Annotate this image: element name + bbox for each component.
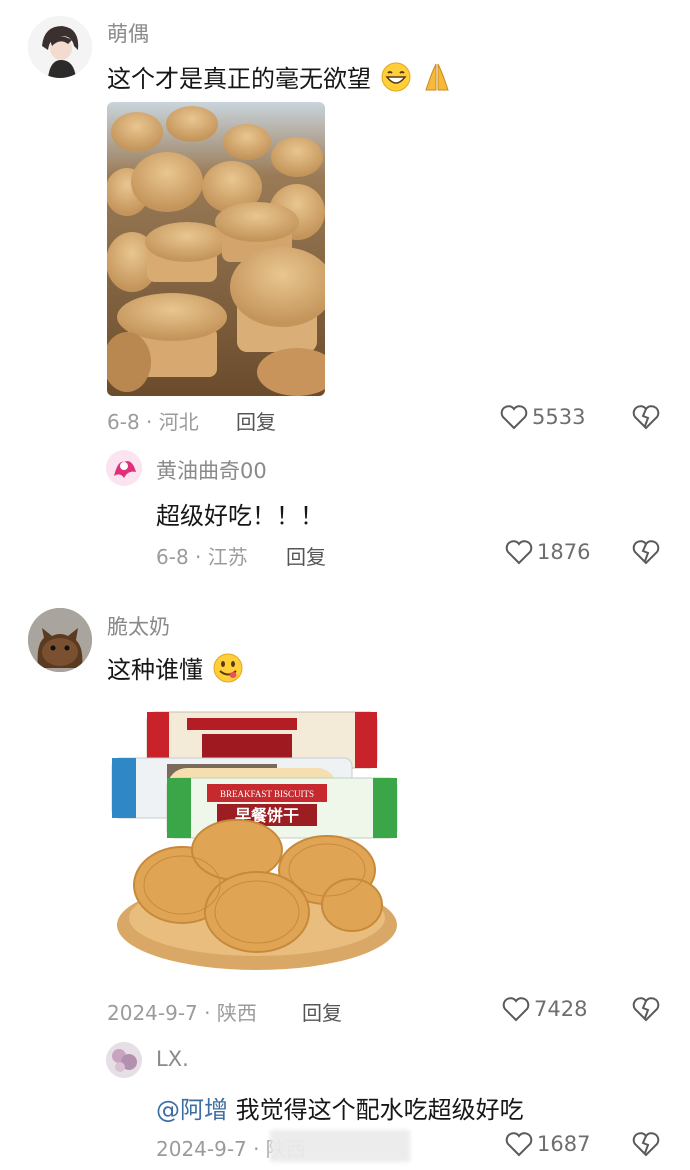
watermark-blur [270,1130,410,1162]
comment-text-content: 这种谁懂 [107,656,203,684]
mention-link[interactable]: @阿增 [156,1096,228,1124]
comment-image-muffins[interactable] [107,102,325,396]
broken-heart-icon [632,1131,660,1157]
avatar[interactable] [28,16,92,78]
comment-meta: 6-8 · 江苏 [156,545,248,569]
flower-avatar-image [106,1042,142,1078]
avatar[interactable] [28,608,92,672]
broken-heart-icon [632,404,660,430]
breakfast-biscuits-image: BREAKFAST BISCUITS 早餐饼干 [107,700,405,985]
comment-text: 超级好吃！！！ [156,502,324,530]
username[interactable]: 萌偶 [107,18,149,48]
like-count: 5533 [532,405,586,429]
avatar[interactable] [106,450,142,486]
broken-heart-icon [632,539,660,565]
anime-avatar-image [28,16,92,78]
heart-icon [502,996,530,1022]
reply-button[interactable]: 回复 [236,406,276,435]
dislike-button[interactable] [632,404,660,430]
like-button[interactable]: 1687 [505,1131,590,1157]
comment-text: 这种谁懂 [107,650,245,690]
like-count: 7428 [534,997,588,1021]
avatar[interactable] [106,1042,142,1078]
reply-button[interactable]: 回复 [302,997,342,1026]
heart-icon [505,1131,533,1157]
yummy-face-emoji-icon [211,652,245,690]
dislike-button[interactable] [632,1131,660,1157]
folded-hands-emoji-icon [420,62,454,98]
comment-text-content: 这个才是真正的毫无欲望 [107,65,371,93]
muffin-pile-image [107,102,325,396]
reply-button[interactable]: 回复 [286,541,326,570]
grinning-face-emoji-icon [379,62,413,98]
comment-text: @阿增 我觉得这个配水吃超级好吃 [156,1090,524,1125]
comment-meta: 2024-9-7 · 陕西 [107,1001,257,1025]
username[interactable]: 脆太奶 [107,611,170,641]
like-button[interactable]: 1876 [505,539,590,565]
cat-avatar-image [28,608,92,672]
like-button[interactable]: 5533 [500,404,585,430]
comment-text: 这个才是真正的毫无欲望 [107,59,454,98]
comment-text-content: 我觉得这个配水吃超级好吃 [235,1096,524,1124]
like-count: 1687 [537,1132,591,1156]
pink-avatar-image [106,450,142,486]
comment-image-biscuits[interactable]: BREAKFAST BISCUITS 早餐饼干 [107,700,405,985]
like-count: 1876 [537,540,591,564]
heart-icon [505,539,533,565]
like-button[interactable]: 7428 [502,996,587,1022]
dislike-button[interactable] [632,996,660,1022]
comment-meta: 6-8 · 河北 [107,410,199,434]
heart-icon [500,404,528,430]
dislike-button[interactable] [632,539,660,565]
username[interactable]: LX. [156,1047,189,1071]
package-title-en: BREAKFAST BISCUITS [220,789,314,799]
broken-heart-icon [632,996,660,1022]
username[interactable]: 黄油曲奇00 [156,455,267,485]
